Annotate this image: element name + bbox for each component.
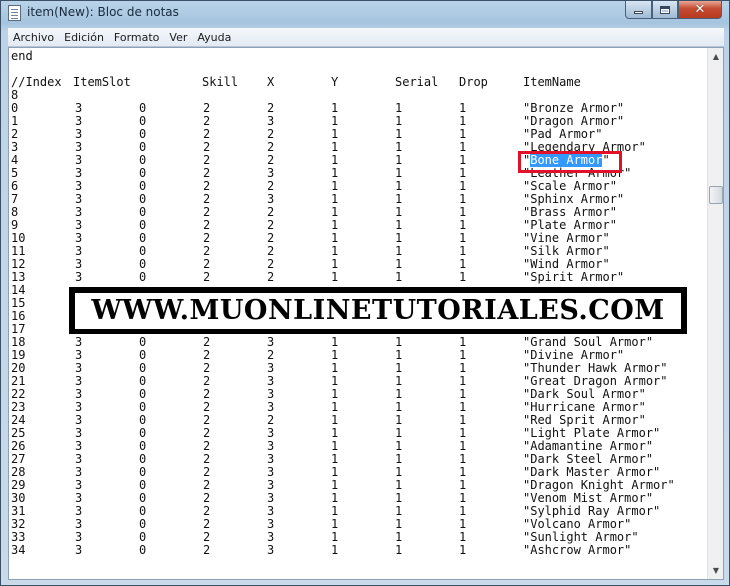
row-serial: 1 — [331, 270, 339, 284]
header-y: Y — [331, 75, 339, 89]
maximize-button[interactable] — [652, 1, 678, 19]
scroll-down-arrow-icon[interactable]: ▼ — [708, 562, 724, 579]
row-y: 3 — [267, 543, 275, 557]
menu-edicion[interactable]: Edición — [59, 31, 109, 44]
menu-archivo[interactable]: Archivo — [8, 31, 59, 44]
row-itemname: "Spirit Armor" — [523, 270, 625, 284]
header-drop: Drop — [459, 75, 488, 89]
menu-bar: Archivo Edición Formato Ver Ayuda — [8, 28, 724, 47]
row-drop: 1 — [395, 270, 403, 284]
header-index: //Index — [11, 75, 62, 89]
row-y: 2 — [267, 270, 275, 284]
notepad-window: item(New): Bloc de notas ✕ Archivo Edici… — [0, 0, 730, 586]
row-drop: 1 — [395, 543, 403, 557]
row-itemslot: 3 — [75, 543, 83, 557]
scroll-thumb[interactable] — [709, 186, 723, 204]
maximize-icon — [660, 5, 670, 14]
row-x: 2 — [203, 543, 211, 557]
row-serial: 1 — [331, 543, 339, 557]
watermark-text: WWW.MUONLINETUTORIALES.COM — [91, 295, 665, 326]
row-extra: 1 — [459, 270, 467, 284]
close-icon: ✕ — [694, 2, 706, 17]
notepad-icon — [8, 5, 21, 21]
text-editor[interactable]: end //Index ItemSlot Skill X Y Serial Dr… — [8, 47, 724, 580]
scroll-up-arrow-icon[interactable]: ▲ — [708, 48, 724, 65]
header-serial: Serial — [395, 75, 439, 89]
minimize-button[interactable] — [625, 1, 652, 19]
vertical-scrollbar[interactable]: ▲ ▼ — [707, 48, 723, 579]
header-itemname: ItemName — [523, 75, 581, 89]
window-title: item(New): Bloc de notas — [27, 5, 179, 19]
close-button[interactable]: ✕ — [678, 1, 722, 19]
menu-formato[interactable]: Formato — [109, 31, 165, 44]
watermark-banner-inner: WWW.MUONLINETUTORIALES.COM — [75, 292, 681, 329]
highlight-box — [518, 151, 622, 173]
minimize-icon — [634, 11, 643, 14]
menu-ver[interactable]: Ver — [164, 31, 192, 44]
row-index: 34 — [11, 543, 26, 557]
section-line: 8 — [11, 89, 69, 102]
row-skill: 0 — [139, 270, 147, 284]
title-bar[interactable]: item(New): Bloc de notas ✕ — [1, 1, 729, 27]
watermark-banner: WWW.MUONLINETUTORIALES.COM — [69, 287, 687, 334]
row-x: 2 — [203, 270, 211, 284]
row-itemslot: 3 — [75, 270, 83, 284]
menu-ayuda[interactable]: Ayuda — [192, 31, 236, 44]
row-itemname: "Ashcrow Armor" — [523, 543, 632, 557]
header-x: X — [267, 75, 275, 89]
row-extra: 1 — [459, 543, 467, 557]
header-line: //Index ItemSlot Skill X Y Serial Drop I… — [11, 75, 581, 89]
header-skill: Skill — [202, 75, 239, 89]
text-line-end: end — [11, 50, 69, 63]
row-skill: 0 — [139, 543, 147, 557]
header-itemslot: ItemSlot — [73, 75, 131, 89]
end-keyword: end — [11, 49, 33, 63]
text-area[interactable]: end //Index ItemSlot Skill X Y Serial Dr… — [9, 48, 707, 579]
